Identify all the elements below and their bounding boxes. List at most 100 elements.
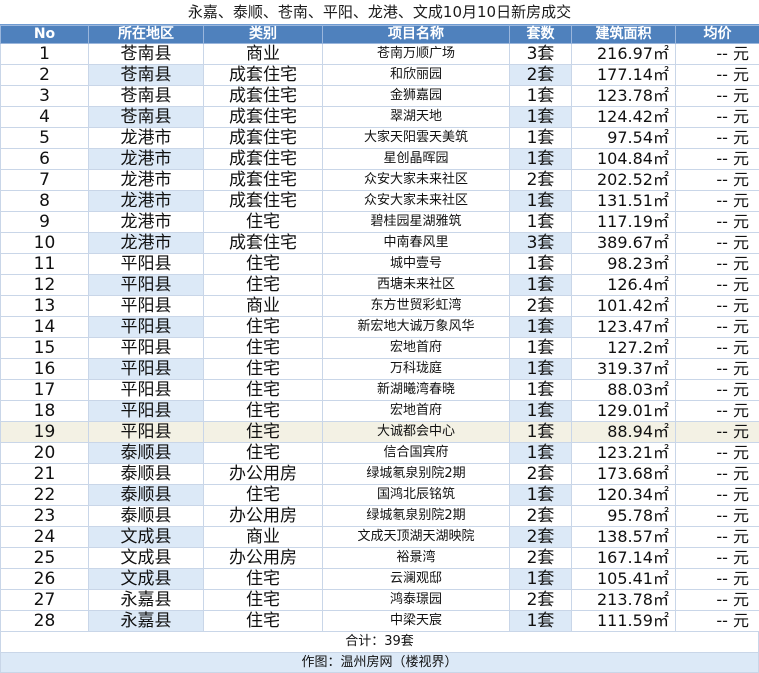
cell-area: 88.03㎡	[571, 379, 676, 401]
cell-price: -- 元	[675, 295, 759, 317]
cell-no: 14	[0, 316, 89, 338]
cell-project: 众安大家未来社区	[322, 190, 510, 212]
cell-price: -- 元	[675, 64, 759, 86]
cell-price: -- 元	[675, 442, 759, 464]
table-row: 24 文成县 商业 文成天顶湖天湖映院 2套 138.57㎡ -- 元	[0, 526, 759, 548]
cell-project: 星创晶晖园	[322, 148, 510, 170]
cell-no: 12	[0, 274, 89, 296]
cell-units: 1套	[509, 484, 572, 506]
cell-units: 1套	[509, 379, 572, 401]
cell-area: 216.97㎡	[571, 43, 676, 65]
cell-region: 平阳县	[88, 400, 204, 422]
table-row: 16 平阳县 住宅 万科珑庭 1套 319.37㎡ -- 元	[0, 358, 759, 380]
cell-category: 住宅	[203, 316, 323, 338]
cell-no: 11	[0, 253, 89, 275]
cell-region: 龙港市	[88, 190, 204, 212]
cell-project: 西塘未来社区	[322, 274, 510, 296]
cell-area: 131.51㎡	[571, 190, 676, 212]
cell-units: 1套	[509, 316, 572, 338]
cell-area: 138.57㎡	[571, 526, 676, 548]
cell-units: 1套	[509, 400, 572, 422]
table-row: 14 平阳县 住宅 新宏地大诚万象风华 1套 123.47㎡ -- 元	[0, 316, 759, 338]
header-category: 类别	[203, 25, 323, 44]
cell-units: 2套	[509, 64, 572, 86]
header-units: 套数	[509, 25, 572, 44]
cell-category: 成套住宅	[203, 190, 323, 212]
table-row: 2 苍南县 成套住宅 和欣丽园 2套 177.14㎡ -- 元	[0, 64, 759, 86]
cell-price: -- 元	[675, 253, 759, 275]
cell-region: 龙港市	[88, 169, 204, 191]
cell-region: 平阳县	[88, 421, 204, 443]
cell-category: 住宅	[203, 568, 323, 590]
cell-category: 成套住宅	[203, 127, 323, 149]
cell-region: 平阳县	[88, 316, 204, 338]
header-row: No 所在地区 类别 项目名称 套数 建筑面积 均价	[0, 25, 759, 44]
cell-region: 龙港市	[88, 232, 204, 254]
sales-table: No 所在地区 类别 项目名称 套数 建筑面积 均价 1 苍南县 商业 苍南万顺广场 3…	[0, 25, 759, 632]
table-row: 3 苍南县 成套住宅 金狮嘉园 1套 123.78㎡ -- 元	[0, 85, 759, 107]
cell-region: 平阳县	[88, 295, 204, 317]
cell-category: 住宅	[203, 484, 323, 506]
cell-no: 3	[0, 85, 89, 107]
cell-area: 88.94㎡	[571, 421, 676, 443]
cell-area: 129.01㎡	[571, 400, 676, 422]
cell-project: 文成天顶湖天湖映院	[322, 526, 510, 548]
cell-area: 117.19㎡	[571, 211, 676, 233]
cell-units: 2套	[509, 526, 572, 548]
cell-category: 成套住宅	[203, 64, 323, 86]
table-row: 12 平阳县 住宅 西塘未来社区 1套 126.4㎡ -- 元	[0, 274, 759, 296]
cell-region: 永嘉县	[88, 589, 204, 611]
table-row: 6 龙港市 成套住宅 星创晶晖园 1套 104.84㎡ -- 元	[0, 148, 759, 170]
cell-no: 19	[0, 421, 89, 443]
cell-no: 4	[0, 106, 89, 128]
cell-project: 和欣丽园	[322, 64, 510, 86]
cell-category: 成套住宅	[203, 169, 323, 191]
cell-project: 碧桂园星湖雅筑	[322, 211, 510, 233]
cell-units: 2套	[509, 463, 572, 485]
cell-area: 167.14㎡	[571, 547, 676, 569]
cell-area: 177.14㎡	[571, 64, 676, 86]
table-row: 7 龙港市 成套住宅 众安大家未来社区 2套 202.52㎡ -- 元	[0, 169, 759, 191]
cell-area: 126.4㎡	[571, 274, 676, 296]
table-row: 20 泰顺县 住宅 信合国宾府 1套 123.21㎡ -- 元	[0, 442, 759, 464]
cell-no: 21	[0, 463, 89, 485]
cell-price: -- 元	[675, 337, 759, 359]
cell-project: 大诚都会中心	[322, 421, 510, 443]
cell-area: 95.78㎡	[571, 505, 676, 527]
cell-price: -- 元	[675, 169, 759, 191]
cell-no: 20	[0, 442, 89, 464]
cell-area: 319.37㎡	[571, 358, 676, 380]
cell-units: 1套	[509, 442, 572, 464]
cell-units: 2套	[509, 295, 572, 317]
cell-price: -- 元	[675, 43, 759, 65]
table-row: 13 平阳县 商业 东方世贸彩虹湾 2套 101.42㎡ -- 元	[0, 295, 759, 317]
table-row: 10 龙港市 成套住宅 中南春风里 3套 389.67㎡ -- 元	[0, 232, 759, 254]
cell-no: 7	[0, 169, 89, 191]
cell-area: 123.78㎡	[571, 85, 676, 107]
cell-units: 2套	[509, 505, 572, 527]
table-row: 25 文成县 办公用房 裕景湾 2套 167.14㎡ -- 元	[0, 547, 759, 569]
cell-category: 商业	[203, 43, 323, 65]
cell-units: 1套	[509, 568, 572, 590]
cell-units: 2套	[509, 547, 572, 569]
cell-project: 万科珑庭	[322, 358, 510, 380]
cell-price: -- 元	[675, 547, 759, 569]
table-row: 1 苍南县 商业 苍南万顺广场 3套 216.97㎡ -- 元	[0, 43, 759, 65]
cell-region: 泰顺县	[88, 484, 204, 506]
cell-no: 8	[0, 190, 89, 212]
table-row: 15 平阳县 住宅 宏地首府 1套 127.2㎡ -- 元	[0, 337, 759, 359]
cell-region: 平阳县	[88, 253, 204, 275]
header-no: No	[0, 25, 89, 44]
cell-area: 104.84㎡	[571, 148, 676, 170]
table-row: 28 永嘉县 住宅 中梁天宸 1套 111.59㎡ -- 元	[0, 610, 759, 632]
cell-region: 泰顺县	[88, 463, 204, 485]
cell-region: 平阳县	[88, 358, 204, 380]
cell-area: 123.47㎡	[571, 316, 676, 338]
cell-price: -- 元	[675, 316, 759, 338]
cell-units: 1套	[509, 211, 572, 233]
table-body: 1 苍南县 商业 苍南万顺广场 3套 216.97㎡ -- 元 2 苍南县 成套住宅 和欣丽园 2套 1…	[0, 43, 759, 632]
report-title: 永嘉、泰顺、苍南、平阳、龙港、文成10月10日新房成交	[0, 0, 759, 25]
cell-region: 平阳县	[88, 379, 204, 401]
cell-area: 123.21㎡	[571, 442, 676, 464]
cell-project: 新宏地大诚万象风华	[322, 316, 510, 338]
